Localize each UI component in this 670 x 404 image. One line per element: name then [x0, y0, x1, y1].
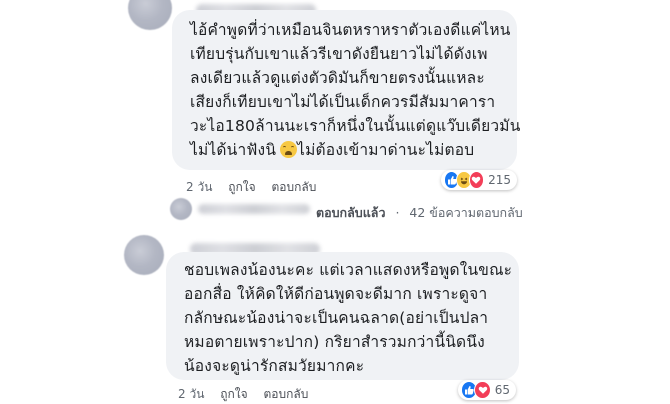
- comment-text-line: เทียบรุ่นกับเขาแล้วรีเขาดังยืนยาวไม่ได้ด…: [190, 45, 488, 63]
- reaction-count: 65: [494, 383, 510, 397]
- comment-timestamp[interactable]: 2 วัน: [186, 180, 212, 194]
- comment-text-fragment: ไม่ต้องเข้ามาด่านะไม่ตอบ: [297, 141, 475, 159]
- reaction-count: 215: [488, 173, 511, 187]
- like-button[interactable]: ถูกใจ: [220, 387, 247, 401]
- avatar[interactable]: [128, 0, 172, 30]
- reply-button[interactable]: ตอบกลับ: [271, 180, 316, 194]
- replier-name-blurred[interactable]: [198, 204, 310, 214]
- comment-timestamp[interactable]: 2 วัน: [178, 387, 204, 401]
- reply-button[interactable]: ตอบกลับ: [263, 387, 308, 401]
- reaction-summary[interactable]: 215: [441, 170, 517, 190]
- comment-actions: 2 วัน ถูกใจ ตอบกลับ: [178, 385, 308, 404]
- love-reaction-icon: [468, 171, 485, 189]
- comment-text-line: กลักษณะน้องน่าจะเป็นคนฉลาด(อย่าเป็นปลา: [184, 309, 489, 327]
- comment-text-line: ชอบเพลงน้องนะคะ แต่เวลาแสดงหรือพูดในขณะ: [184, 261, 513, 279]
- comment-text-line: ออกสื่อ ให้คิดให้ดีก่อนพูดจะดีมาก เพราะด…: [184, 285, 488, 303]
- reply-avatar[interactable]: [170, 198, 192, 220]
- comment-text-line: วะไอ180ล้านนะเราก็หนึ่งในนั้นแต่ดูแว๊บเด…: [190, 117, 521, 135]
- like-button[interactable]: ถูกใจ: [228, 180, 255, 194]
- replies-count-link[interactable]: 42 ข้อความตอบกลับ: [409, 205, 522, 220]
- weary-face-icon: [280, 141, 298, 158]
- comment-text-line: ลงเดียวแล้วดูแต่งตัวดิมันก็ขายตรงนั้นแหล…: [190, 69, 485, 87]
- love-reaction-icon: [474, 381, 491, 399]
- reaction-summary[interactable]: 65: [458, 380, 516, 400]
- comment-text-fragment: ไม่ได้น่าฟังนิ: [190, 141, 277, 159]
- comment-bubble: ชอบเพลงน้องนะคะ แต่เวลาแสดงหรือพูดในขณะ …: [166, 252, 519, 380]
- replied-label[interactable]: ตอบกลับแล้ว: [316, 205, 385, 220]
- comment-text-line: เสียงก็เทียบเขาไม่ได้เป็นเด็กควรมีสัมมาค…: [190, 93, 496, 111]
- comment-actions: 2 วัน ถูกใจ ตอบกลับ: [186, 178, 316, 197]
- comment-text-line: น้องจะดูน่ารักสมวัยมากคะ: [184, 357, 365, 375]
- replies-summary[interactable]: ตอบกลับแล้ว · 42 ข้อความตอบกลับ: [316, 203, 523, 223]
- comment-text-line: หมอตายเพราะปาก) กริยาสำรวมกว่านี้นิดนึง: [184, 333, 485, 351]
- avatar[interactable]: [124, 235, 164, 275]
- comment-text-line: ไม่ได้น่าฟังนิ ไม่ต้องเข้ามาด่านะไม่ตอบ: [190, 138, 474, 162]
- comment-text-line: ไอ้คำพูดที่ว่าเหมือนจินตหราหราตัวเองดีแค…: [190, 21, 511, 39]
- comment-bubble: ไอ้คำพูดที่ว่าเหมือนจินตหราหราตัวเองดีแค…: [172, 10, 520, 170]
